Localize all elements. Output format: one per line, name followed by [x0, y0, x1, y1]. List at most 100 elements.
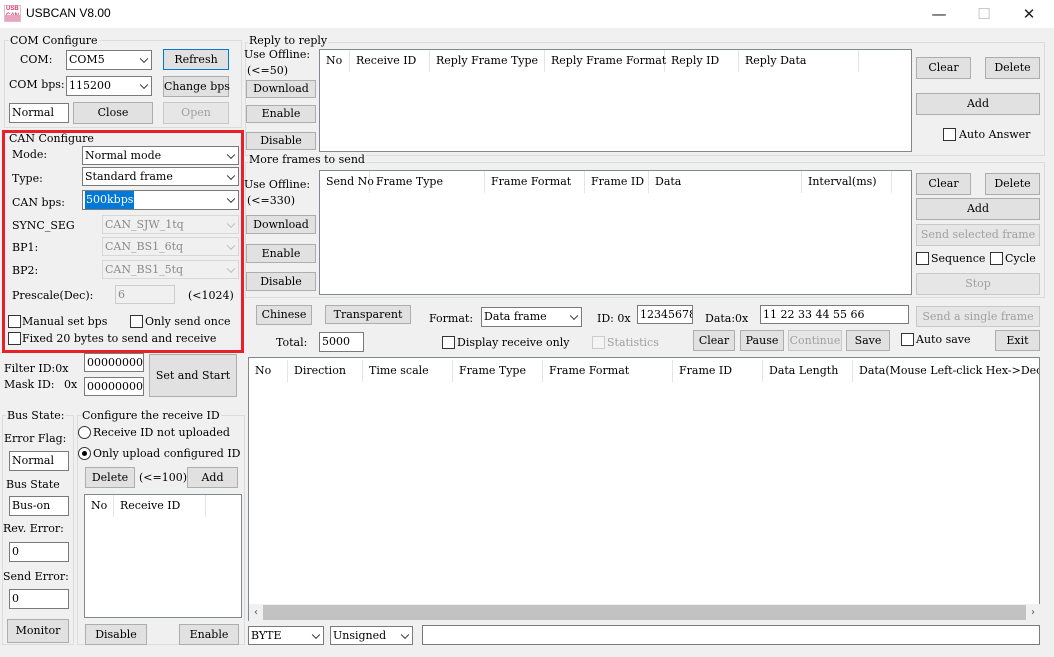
byte-format-select[interactable]: BYTE	[248, 626, 324, 645]
receive-id-delete-button[interactable]: Delete	[85, 467, 135, 488]
more-enable-button[interactable]: Enable	[246, 244, 316, 263]
scroll-right-icon[interactable]: ›	[1026, 605, 1040, 620]
reply-table-col-1: Receive ID	[350, 50, 430, 72]
more-clear-button[interactable]: Clear	[916, 173, 971, 195]
prescale-label: Prescale(Dec):	[12, 289, 94, 302]
receive-id-limit: (<=100)	[139, 471, 188, 484]
receive-id-col-no: No	[85, 495, 114, 517]
stop-button[interactable]: Stop	[916, 273, 1040, 295]
more-add-button[interactable]: Add	[916, 198, 1040, 220]
bp2-select[interactable]: CAN_BS1_5tq	[102, 260, 239, 279]
data-field[interactable]: 11 22 33 44 55 66	[760, 305, 909, 324]
send-once-checkbox[interactable]	[130, 315, 143, 328]
send-selected-frame-button[interactable]: Send selected frame	[916, 224, 1040, 246]
sequence-checkbox[interactable]	[916, 252, 929, 265]
more-disable-button[interactable]: Disable	[246, 272, 316, 291]
statistics-checkbox[interactable]	[592, 336, 605, 349]
auto-answer-label: Auto Answer	[959, 128, 1031, 141]
send-error-field: 0	[9, 589, 69, 609]
sequence-label: Sequence	[931, 252, 986, 265]
reply-download-button[interactable]: Download	[246, 80, 316, 98]
manual-bps-label: Manual set bps	[22, 315, 108, 328]
bp1-label: BP1:	[12, 241, 39, 254]
total-field[interactable]: 5000	[319, 332, 364, 352]
reply-delete-button[interactable]: Delete	[985, 57, 1040, 79]
window-title: USBCAN V8.00	[26, 6, 111, 20]
more-offline-limit: (<=330)	[247, 194, 296, 207]
open-port-button[interactable]: Open	[163, 102, 229, 124]
bus-state-field: Bus-on	[9, 496, 69, 516]
error-flag-label: Error Flag:	[4, 432, 67, 445]
filter-id-field[interactable]: 00000000	[84, 353, 144, 372]
auto-save-checkbox[interactable]	[901, 333, 914, 346]
more-delete-button[interactable]: Delete	[985, 173, 1040, 195]
log-table-col-7: Data(Mouse Left-click Hex->Dec)	[853, 360, 1039, 382]
close-port-button[interactable]: Close	[73, 102, 153, 124]
receive-id-col-id: Receive ID	[114, 495, 206, 517]
receive-id-not-uploaded-radio[interactable]	[78, 426, 91, 439]
log-horizontal-scrollbar[interactable]: ‹ ›	[249, 604, 1040, 621]
reply-add-button[interactable]: Add	[916, 93, 1040, 115]
change-bps-button[interactable]: Change bps	[163, 76, 230, 97]
more-download-button[interactable]: Download	[246, 215, 316, 234]
can-type-select[interactable]: Standard frame	[82, 167, 239, 186]
prescale-field[interactable]: 6	[115, 285, 175, 304]
maximize-icon[interactable]: ☐	[964, 2, 1004, 26]
reply-table-col-2: Reply Frame Type	[430, 50, 545, 72]
reply-table-col-0: No	[320, 50, 350, 72]
scroll-left-icon[interactable]: ‹	[249, 605, 263, 620]
receive-id-enable-button[interactable]: Enable	[179, 624, 239, 645]
sign-format-select[interactable]: Unsigned	[330, 626, 413, 645]
app-icon: USB CAN	[4, 5, 21, 22]
minimize-icon[interactable]: —	[919, 2, 959, 26]
total-label: Total:	[276, 336, 308, 349]
refresh-button[interactable]: Refresh	[163, 49, 229, 70]
reply-enable-button[interactable]: Enable	[246, 105, 316, 123]
more-frames-group-label: More frames to send	[248, 153, 366, 167]
receive-id-disable-button[interactable]: Disable	[85, 624, 147, 645]
send-single-frame-button[interactable]: Send a single frame	[916, 306, 1040, 327]
scroll-thumb[interactable]	[263, 605, 1026, 620]
auto-answer-checkbox[interactable]	[943, 128, 956, 141]
bus-state-label: Bus State	[6, 478, 60, 491]
log-table-col-5: Frame ID	[673, 360, 763, 382]
continue-button[interactable]: Continue	[788, 330, 842, 351]
receive-id-list[interactable]: No Receive ID	[84, 494, 242, 618]
only-upload-configured-radio[interactable]	[78, 447, 91, 460]
filter-id-label: Filter ID:0x	[4, 362, 69, 375]
chinese-button[interactable]: Chinese	[256, 305, 312, 325]
more-frames-table[interactable]: Send No Frame Type Frame Format Frame ID Dat…	[319, 170, 912, 295]
exit-button[interactable]: Exit	[995, 330, 1040, 351]
cycle-checkbox[interactable]	[990, 252, 1003, 265]
receive-id-add-button[interactable]: Add	[187, 467, 238, 488]
fixed-20-bytes-checkbox[interactable]	[8, 332, 21, 345]
sync-seg-select[interactable]: CAN_SJW_1tq	[102, 215, 239, 234]
monitor-button[interactable]: Monitor	[7, 619, 69, 643]
display-receive-only-checkbox[interactable]	[442, 336, 455, 349]
id-field[interactable]: 12345678	[637, 305, 693, 324]
log-table[interactable]: No Direction Time scale Frame Type Frame For…	[248, 357, 1040, 621]
reply-offline-label: Use Offline:	[244, 48, 311, 61]
log-clear-button[interactable]: Clear	[693, 330, 735, 351]
set-and-start-button[interactable]: Set and Start	[149, 354, 237, 397]
reply-table[interactable]: No Receive ID Reply Frame Type Reply Frame …	[319, 49, 912, 152]
reply-clear-button[interactable]: Clear	[916, 57, 971, 79]
can-mode-select[interactable]: Normal mode	[82, 146, 239, 165]
save-button[interactable]: Save	[846, 330, 890, 351]
log-table-col-0: No	[249, 360, 288, 382]
bp1-select[interactable]: CAN_BS1_6tq	[102, 237, 239, 256]
reply-disable-button[interactable]: Disable	[246, 132, 316, 150]
transparent-button[interactable]: Transparent	[325, 305, 411, 324]
pause-button[interactable]: Pause	[740, 330, 784, 351]
manual-bps-checkbox[interactable]	[8, 315, 21, 328]
format-select[interactable]: Data frame	[481, 307, 582, 327]
send-once-label: Only send once	[145, 315, 231, 328]
can-bps-select[interactable]: 500kbps	[82, 190, 239, 210]
com-port-select[interactable]: COM5	[66, 50, 152, 70]
status-bar-field	[422, 625, 1040, 645]
com-bps-select[interactable]: 115200	[66, 76, 152, 96]
log-table-col-3: Frame Type	[453, 360, 543, 382]
sync-seg-label: SYNC_SEG	[12, 219, 75, 232]
close-icon[interactable]: ✕	[1009, 2, 1049, 26]
mask-id-field[interactable]: 00000000	[84, 377, 144, 396]
